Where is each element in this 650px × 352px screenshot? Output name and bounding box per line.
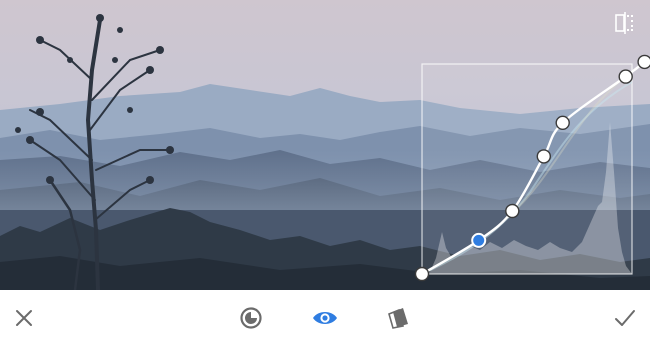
apply-button[interactable] <box>607 300 643 336</box>
visibility-button[interactable] <box>307 300 343 336</box>
layers-button[interactable] <box>380 300 416 336</box>
curve-point[interactable] <box>555 115 570 131</box>
close-icon <box>16 310 32 326</box>
curve-point[interactable] <box>505 203 520 219</box>
checkmark-icon <box>615 310 635 326</box>
filter-preset-icon <box>240 307 262 329</box>
curves-panel[interactable] <box>410 52 650 290</box>
curves-editor <box>0 0 650 352</box>
filter-preset-button[interactable] <box>233 300 269 336</box>
compare-button[interactable] <box>612 11 638 35</box>
curves-graph[interactable] <box>410 52 650 290</box>
compare-split-icon <box>615 12 633 34</box>
curve-point-selected[interactable] <box>471 232 487 248</box>
layers-icon <box>388 308 408 329</box>
close-button[interactable] <box>6 300 42 336</box>
curve-point[interactable] <box>618 69 633 84</box>
curve-point[interactable] <box>536 149 552 164</box>
curve-point[interactable] <box>637 54 650 70</box>
curve-point[interactable] <box>414 266 430 282</box>
eye-icon <box>313 312 337 324</box>
bottom-toolbar <box>0 290 650 352</box>
